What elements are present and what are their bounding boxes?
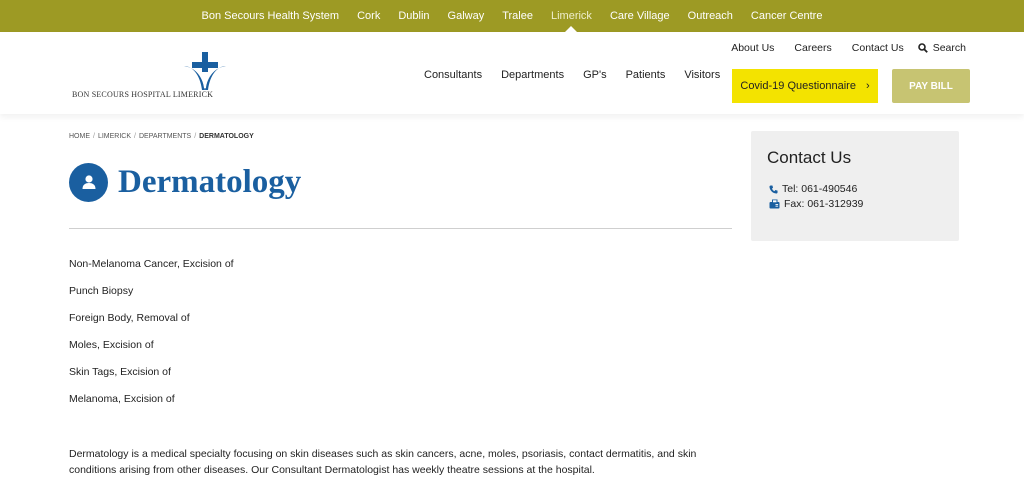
search-link[interactable]: Search (917, 42, 966, 54)
main-nav: Consultants Departments GP's Patients Vi… (424, 69, 739, 81)
search-label: Search (932, 42, 966, 54)
contact-tel-text: Tel: 061-490546 (782, 183, 858, 195)
list-item: Moles, Excision of (69, 339, 154, 351)
search-icon (917, 43, 928, 53)
contact-fax: Fax: 061-312939 (769, 198, 863, 210)
breadcrumb-separator: / (134, 133, 136, 140)
nav-patients[interactable]: Patients (626, 69, 666, 81)
nav-consultants[interactable]: Consultants (424, 69, 482, 81)
divider (69, 228, 732, 229)
logo-text: BON SECOURS HOSPITAL LIMERICK (72, 90, 214, 99)
topbar-item-limerick[interactable]: Limerick (542, 0, 601, 32)
pay-bill-button[interactable]: PAY BILL (892, 69, 970, 103)
fax-icon (769, 199, 780, 209)
contact-tel[interactable]: Tel: 061-490546 (769, 183, 857, 195)
topbar-item-health-system[interactable]: Bon Secours Health System (193, 0, 349, 32)
breadcrumb-current: DERMATOLOGY (199, 133, 254, 140)
breadcrumb-departments[interactable]: DEPARTMENTS (139, 133, 191, 140)
chevron-right-icon: › (865, 80, 870, 92)
list-item: Punch Biopsy (69, 285, 134, 297)
topbar-item-dublin[interactable]: Dublin (389, 0, 438, 32)
page-header: Dermatology (69, 162, 301, 202)
person-icon (69, 162, 108, 202)
list-item: Foreign Body, Removal of (69, 312, 190, 324)
nav-gps[interactable]: GP's (583, 69, 607, 81)
list-item: Melanoma, Excision of (69, 393, 175, 405)
topbar-item-care-village[interactable]: Care Village (601, 0, 679, 32)
top-bar: Bon Secours Health System Cork Dublin Ga… (0, 0, 1024, 32)
nav-visitors[interactable]: Visitors (684, 69, 720, 81)
topbar-item-cork[interactable]: Cork (348, 0, 389, 32)
topbar-item-outreach[interactable]: Outreach (679, 0, 742, 32)
utility-contact-us[interactable]: Contact Us (852, 42, 904, 54)
covid-button-label: Covid-19 Questionnaire (740, 80, 856, 92)
utility-nav: About Us Careers Contact Us Search (711, 42, 966, 54)
contact-card: Contact Us Tel: 061-490546 Fax: 061-3129… (751, 131, 959, 241)
topbar-item-tralee[interactable]: Tralee (493, 0, 542, 32)
breadcrumb: HOME / LIMERICK / DEPARTMENTS / DERMATOL… (69, 133, 257, 140)
logo[interactable]: BON SECOURS HOSPITAL LIMERICK (72, 52, 232, 102)
procedure-list: Non-Melanoma Cancer, Excision of Punch B… (69, 258, 234, 420)
breadcrumb-separator: / (194, 133, 197, 140)
contact-title: Contact Us (767, 148, 852, 167)
nav-departments[interactable]: Departments (501, 69, 564, 81)
department-description: Dermatology is a medical specialty focus… (69, 448, 697, 476)
breadcrumb-home[interactable]: HOME (69, 133, 90, 140)
logo-icon (184, 52, 226, 90)
breadcrumb-separator: / (93, 133, 95, 140)
breadcrumb-limerick[interactable]: LIMERICK (98, 133, 131, 140)
site-header: BON SECOURS HOSPITAL LIMERICK About Us C… (0, 32, 1024, 114)
page-title: Dermatology (118, 164, 302, 200)
list-item: Non-Melanoma Cancer, Excision of (69, 258, 234, 270)
utility-about-us[interactable]: About Us (731, 42, 774, 54)
phone-icon (769, 184, 778, 194)
topbar-item-galway[interactable]: Galway (439, 0, 494, 32)
covid-questionnaire-button[interactable]: Covid-19 Questionnaire › (732, 69, 878, 103)
utility-careers[interactable]: Careers (794, 42, 831, 54)
topbar-item-cancer-centre[interactable]: Cancer Centre (742, 0, 832, 32)
list-item: Skin Tags, Excision of (69, 366, 171, 378)
contact-fax-text: Fax: 061-312939 (784, 198, 864, 210)
